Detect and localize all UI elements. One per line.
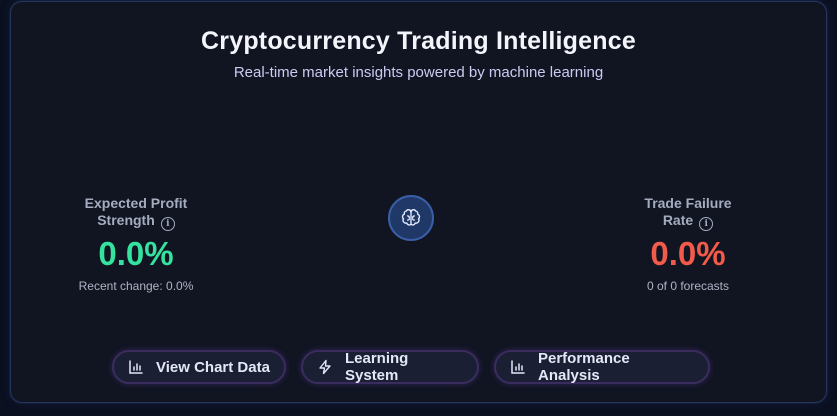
expected-profit-label-line1: Expected Profit: [84, 195, 188, 211]
performance-analysis-label: Performance Analysis: [538, 350, 630, 384]
expected-profit-label: Expected Profit Strength i: [36, 195, 236, 231]
trade-failure-label-line1: Trade Failure: [644, 195, 732, 211]
trade-failure-label: Trade Failure Rate i: [588, 195, 788, 231]
expected-profit-metric: Expected Profit Strength i 0.0% Recent ch…: [36, 195, 236, 293]
view-chart-data-label: View Chart Data: [156, 358, 270, 376]
bar-chart-icon: [129, 360, 143, 374]
trade-failure-value: 0.0%: [650, 235, 726, 272]
trade-failure-label-line2: Rate: [662, 212, 694, 228]
brain-button[interactable]: [388, 195, 434, 241]
info-icon[interactable]: i: [160, 217, 175, 231]
learning-system-button[interactable]: Learning System: [301, 350, 479, 384]
expected-profit-recent-change: Recent change: 0.0%: [78, 279, 194, 293]
learning-system-label: Learning System: [345, 350, 409, 384]
intelligence-card: Cryptocurrency Trading Intelligence Real…: [10, 1, 827, 403]
view-chart-data-button[interactable]: View Chart Data: [112, 350, 286, 384]
expected-profit-label-line2: Strength: [97, 212, 155, 228]
trade-failure-forecast-count: 0 of 0 forecasts: [646, 279, 730, 293]
page-subtitle: Real-time market insights powered by mac…: [233, 64, 604, 81]
performance-analysis-button[interactable]: Performance Analysis: [494, 350, 710, 384]
lightning-icon: [319, 359, 331, 375]
page-title: Cryptocurrency Trading Intelligence: [201, 27, 636, 55]
info-icon[interactable]: i: [699, 217, 714, 231]
action-buttons: View Chart Data Learning System Performa…: [11, 350, 826, 384]
trade-failure-metric: Trade Failure Rate i 0.0% 0 of 0 forecast…: [588, 195, 788, 293]
expected-profit-value: 0.0%: [98, 235, 174, 272]
bar-chart-icon: [511, 360, 525, 374]
brain-icon: [401, 209, 421, 226]
